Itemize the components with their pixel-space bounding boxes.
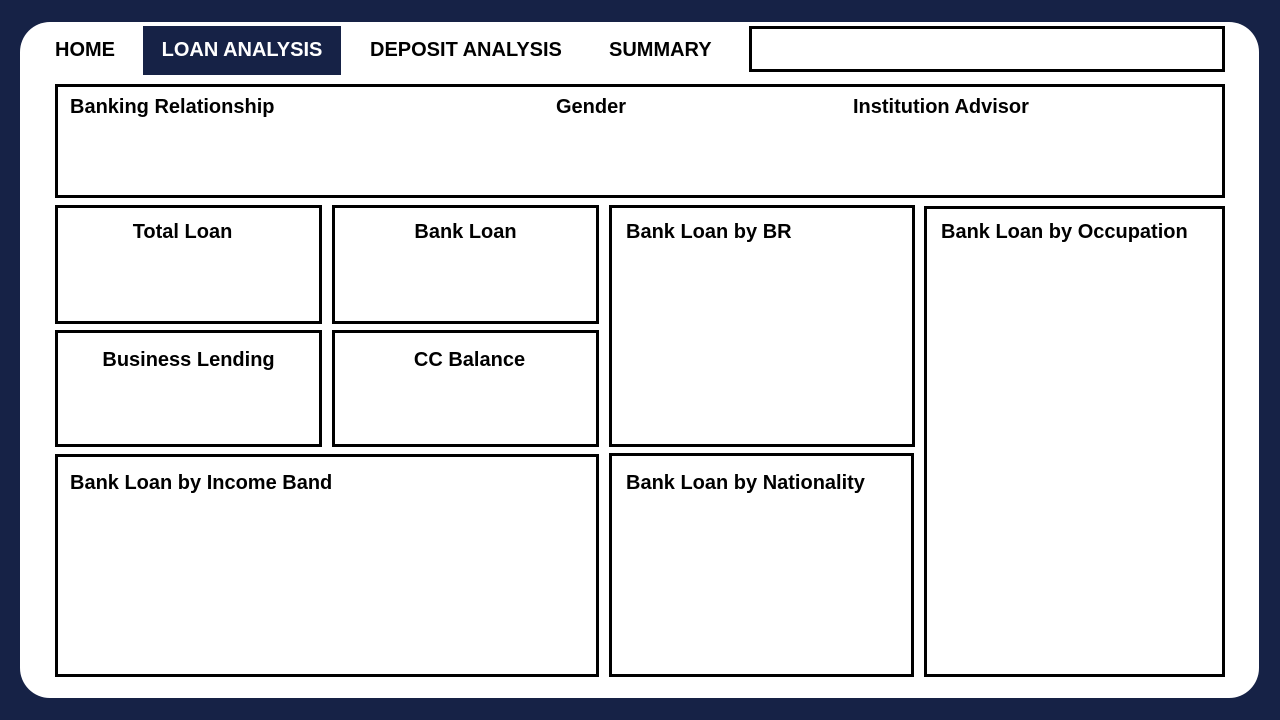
bank-loan-card: Bank Loan (332, 205, 599, 324)
bank-loan-by-br-chart: Bank Loan by BR (609, 205, 915, 447)
bank-loan-by-occupation-chart: Bank Loan by Occupation (924, 206, 1225, 677)
bank-loan-by-br-title: Bank Loan by BR (626, 221, 792, 243)
bank-loan-by-income-band-title: Bank Loan by Income Band (70, 472, 333, 494)
bank-loan-title: Bank Loan (414, 221, 517, 243)
bank-loan-by-income-band-chart: Bank Loan by Income Band (55, 454, 599, 677)
bank-loan-by-occupation-title: Bank Loan by Occupation (941, 221, 1188, 243)
tab-loan-analysis-label: LOAN ANALYSIS (161, 39, 323, 61)
total-loan-card: Total Loan (55, 205, 322, 324)
filter-panel: Banking Relationship Gender Institution … (55, 84, 1225, 198)
business-lending-title: Business Lending (102, 349, 275, 371)
gender-slicer[interactable]: Gender (556, 96, 626, 119)
cc-balance-card: CC Balance (332, 330, 599, 447)
search-input[interactable] (749, 26, 1225, 72)
banking-relationship-slicer[interactable]: Banking Relationship (70, 96, 274, 119)
bank-loan-by-nationality-title: Bank Loan by Nationality (626, 472, 865, 494)
bank-loan-by-nationality-chart: Bank Loan by Nationality (609, 453, 914, 677)
business-lending-card: Business Lending (55, 330, 322, 447)
tab-summary[interactable]: SUMMARY (609, 39, 712, 62)
tab-deposit-analysis[interactable]: DEPOSIT ANALYSIS (370, 39, 562, 62)
cc-balance-title: CC Balance (413, 349, 526, 371)
institution-advisor-slicer[interactable]: Institution Advisor (853, 96, 1029, 119)
tab-loan-analysis[interactable]: LOAN ANALYSIS (143, 26, 341, 75)
tab-home[interactable]: HOME (55, 39, 115, 62)
total-loan-title: Total Loan (132, 221, 233, 243)
